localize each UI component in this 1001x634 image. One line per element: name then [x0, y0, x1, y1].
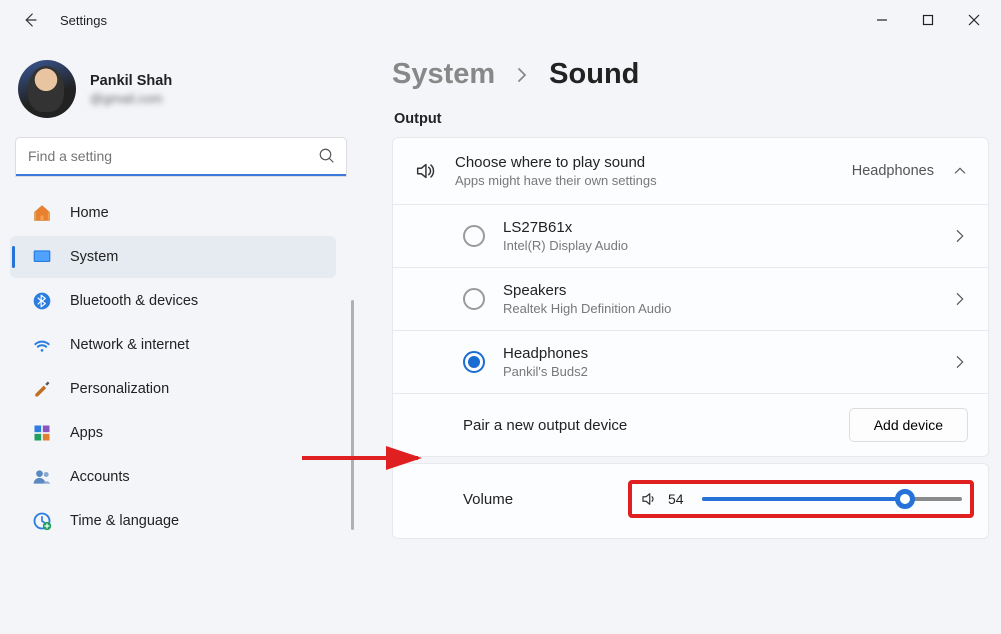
choose-output-row[interactable]: Choose where to play sound Apps might ha…	[393, 138, 988, 204]
main: System Sound Output Choose where to play…	[360, 40, 1001, 634]
device-row[interactable]: LS27B61x Intel(R) Display Audio	[393, 204, 988, 267]
chevron-up-icon	[952, 163, 968, 179]
pair-label: Pair a new output device	[463, 417, 627, 434]
radio-unchecked[interactable]	[463, 225, 485, 247]
bluetooth-icon	[32, 291, 52, 311]
sidebar-item-apps[interactable]: Apps	[10, 412, 336, 454]
sidebar-item-label: Home	[70, 205, 109, 221]
maximize-icon	[922, 14, 934, 26]
sidebar-item-label: Personalization	[70, 381, 169, 397]
sidebar-item-time[interactable]: Time & language	[10, 500, 336, 542]
sidebar-item-system[interactable]: System	[10, 236, 336, 278]
device-row[interactable]: Speakers Realtek High Definition Audio	[393, 267, 988, 330]
wifi-icon	[32, 335, 52, 355]
sidebar-item-bluetooth[interactable]: Bluetooth & devices	[10, 280, 336, 322]
breadcrumb-parent[interactable]: System	[392, 58, 495, 91]
avatar	[18, 60, 76, 118]
chevron-right-icon	[513, 66, 531, 84]
sidebar-item-label: Bluetooth & devices	[70, 293, 198, 309]
device-sub: Intel(R) Display Audio	[503, 238, 628, 253]
device-title: Speakers	[503, 282, 671, 299]
profile-email: @gmail.com	[90, 91, 172, 106]
maximize-button[interactable]	[905, 3, 951, 37]
radio-unchecked[interactable]	[463, 288, 485, 310]
breadcrumb-current: Sound	[549, 58, 639, 91]
sidebar-item-network[interactable]: Network & internet	[10, 324, 336, 366]
minimize-button[interactable]	[859, 3, 905, 37]
sidebar-item-label: System	[70, 249, 118, 265]
window-title: Settings	[60, 13, 107, 28]
add-device-button[interactable]: Add device	[849, 408, 968, 442]
sidebar-item-personalization[interactable]: Personalization	[10, 368, 336, 410]
profile[interactable]: Pankil Shah @gmail.com	[2, 48, 360, 136]
chevron-right-icon[interactable]	[952, 354, 968, 370]
volume-slider[interactable]	[702, 497, 962, 501]
device-row[interactable]: Headphones Pankil's Buds2	[393, 330, 988, 393]
brush-icon	[32, 379, 52, 399]
breadcrumb: System Sound	[392, 58, 989, 91]
sidebar-item-label: Network & internet	[70, 337, 189, 353]
nav: Home System Bluetooth & devices Network …	[2, 192, 360, 542]
pair-row: Pair a new output device Add device	[393, 393, 988, 456]
device-list: LS27B61x Intel(R) Display Audio Speakers…	[393, 204, 988, 393]
volume-card: Volume 54	[392, 463, 989, 539]
device-title: LS27B61x	[503, 219, 628, 236]
titlebar: Settings	[0, 0, 1001, 40]
choose-output-value: Headphones	[852, 163, 934, 179]
accounts-icon	[32, 467, 52, 487]
sidebar-item-accounts[interactable]: Accounts	[10, 456, 336, 498]
choose-output-title: Choose where to play sound	[455, 154, 657, 171]
device-sub: Realtek High Definition Audio	[503, 301, 671, 316]
system-icon	[32, 247, 52, 267]
sidebar-item-label: Apps	[70, 425, 103, 441]
chevron-right-icon[interactable]	[952, 228, 968, 244]
minimize-icon	[876, 14, 888, 26]
sidebar-item-label: Accounts	[70, 469, 130, 485]
volume-box: 54	[628, 480, 974, 518]
back-button[interactable]	[12, 2, 48, 38]
volume-value: 54	[668, 491, 692, 507]
volume-icon	[413, 160, 437, 182]
close-icon	[968, 14, 980, 26]
time-icon	[32, 511, 52, 531]
search-input[interactable]	[16, 138, 346, 176]
close-button[interactable]	[951, 3, 997, 37]
sidebar: Pankil Shah @gmail.com Home System Bluet…	[0, 40, 360, 634]
device-title: Headphones	[503, 345, 588, 362]
scroll-indicator[interactable]	[351, 300, 354, 530]
search-icon	[318, 147, 336, 165]
choose-output-sub: Apps might have their own settings	[455, 173, 657, 188]
profile-name: Pankil Shah	[90, 73, 172, 89]
sidebar-item-home[interactable]: Home	[10, 192, 336, 234]
volume-small-icon[interactable]	[640, 490, 658, 508]
apps-icon	[32, 423, 52, 443]
radio-checked[interactable]	[463, 351, 485, 373]
volume-label: Volume	[463, 491, 513, 508]
section-output: Output	[394, 111, 989, 127]
sidebar-item-label: Time & language	[70, 513, 179, 529]
home-icon	[32, 203, 52, 223]
arrow-left-icon	[21, 11, 39, 29]
search-box	[16, 138, 346, 176]
device-sub: Pankil's Buds2	[503, 364, 588, 379]
chevron-right-icon[interactable]	[952, 291, 968, 307]
output-card: Choose where to play sound Apps might ha…	[392, 137, 989, 457]
